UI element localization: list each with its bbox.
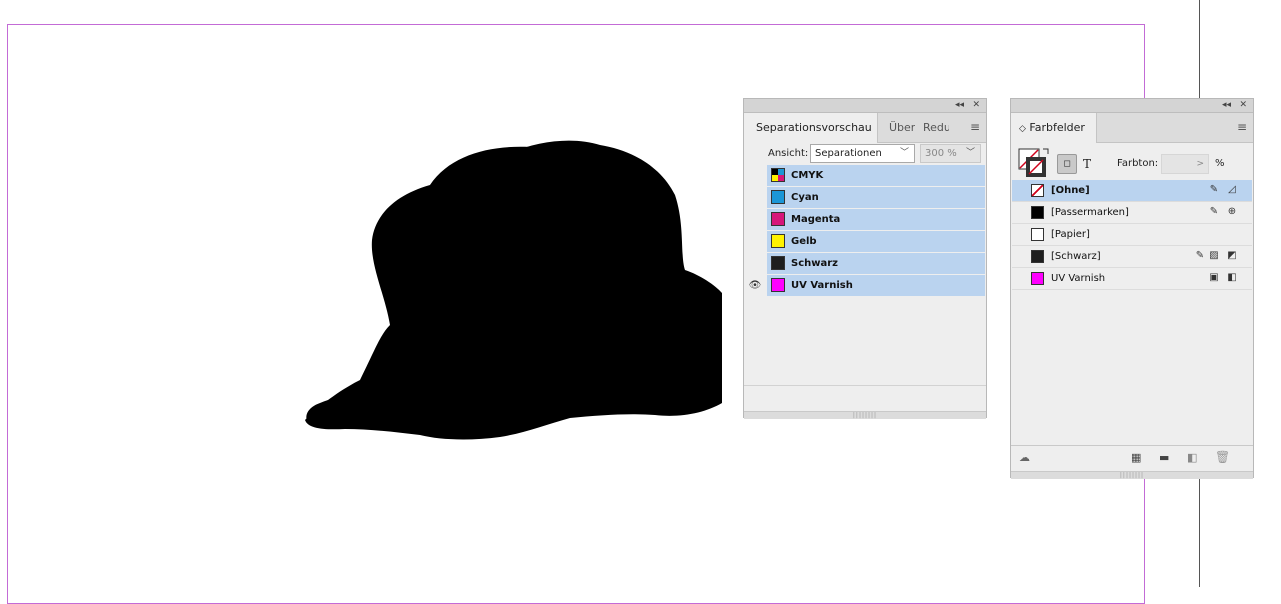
fill-stroke-icon[interactable] <box>1017 147 1051 179</box>
ink-label: Schwarz <box>791 258 838 269</box>
swatch-chip <box>1031 272 1044 285</box>
separation-row[interactable]: Gelb <box>744 231 986 252</box>
ink-swatch <box>771 190 785 204</box>
swatch-row[interactable]: [Passermarken] ⊕ ✎ <box>1012 202 1252 224</box>
tab-separations-preview[interactable]: Separationsvorschau <box>744 113 878 143</box>
panel-topbar: ◂◂ ✕ <box>744 99 986 113</box>
chevron-right-icon: > <box>1196 159 1204 169</box>
zoom-select[interactable]: 300 % ﹀ <box>920 144 981 163</box>
ink-label: UV Varnish <box>791 280 853 291</box>
panel-topbar: ◂◂ ✕ <box>1011 99 1253 113</box>
chevron-down-icon: ﹀ <box>899 148 909 158</box>
swatch-chip <box>1031 228 1044 241</box>
new-swatch-icon[interactable]: ◧ <box>1187 451 1197 464</box>
swatch-chip <box>1031 184 1044 197</box>
swatches-title: Farbfelder <box>1029 121 1085 134</box>
chevron-down-icon: ﹀ <box>965 148 975 158</box>
process-color-icon: ▨ <box>1209 250 1219 261</box>
resize-grip[interactable]: |||||||| <box>1011 471 1253 479</box>
eye-visibility-icon[interactable] <box>744 165 766 186</box>
container-format-button[interactable]: ◻ <box>1057 154 1077 174</box>
tab-swatches[interactable]: ◇ Farbfelder <box>1011 113 1097 143</box>
swatch-label: [Papier] <box>1051 229 1090 240</box>
trash-icon[interactable]: 🗑 <box>1215 450 1230 464</box>
resize-grip[interactable]: |||||||| <box>744 411 986 419</box>
separations-preview-panel: ◂◂ ✕ Separationsvorschau Über Reduz ≡ An… <box>743 98 987 419</box>
separations-list: CMYK Cyan Magenta Gelb Schwarz 👁 UV Varnish <box>744 165 986 386</box>
view-select-value: Separationen <box>815 148 882 159</box>
tint-label: Farbton: <box>1117 158 1159 169</box>
ink-swatch <box>771 256 785 270</box>
ink-label: Gelb <box>791 236 817 247</box>
swatch-label: [Schwarz] <box>1051 251 1101 262</box>
tint-unit: % <box>1215 158 1225 169</box>
tab-bar: ◇ Farbfelder ≡ <box>1011 113 1253 143</box>
swatch-row[interactable]: UV Varnish ◧ ▣ <box>1012 268 1252 290</box>
view-controls: Ansicht: Separationen ﹀ 300 % ﹀ <box>744 143 986 165</box>
lab-mode-icon: ◧ <box>1227 272 1237 283</box>
none-type-icon: ◿ <box>1228 184 1236 195</box>
eye-visibility-icon[interactable] <box>744 253 766 274</box>
ink-swatch <box>771 212 785 226</box>
tab-overprint[interactable]: Über <box>881 113 915 142</box>
not-editable-icon: ✎ <box>1209 184 1219 195</box>
separation-row[interactable]: CMYK <box>744 165 986 186</box>
swatch-view-icon[interactable]: ▦ <box>1131 451 1141 464</box>
close-icon[interactable]: ✕ <box>972 99 980 112</box>
expand-arrows-icon: ◇ <box>1019 124 1026 134</box>
eye-visibility-icon[interactable]: 👁 <box>744 275 766 296</box>
swatches-list: [Ohne] ◿ ✎ [Passermarken] ⊕ ✎ [Papier] [Schwarz… <box>1011 180 1253 442</box>
tint-input[interactable]: > <box>1161 154 1209 174</box>
collapse-icon[interactable]: ◂◂ <box>955 99 964 112</box>
collapse-icon[interactable]: ◂◂ <box>1222 99 1231 112</box>
swatch-controls: ◻ T Farbton: > % <box>1011 143 1253 181</box>
text-format-icon[interactable]: T <box>1083 154 1091 174</box>
registration-icon: ⊕ <box>1227 206 1237 217</box>
eye-visibility-icon[interactable] <box>744 209 766 230</box>
swatch-label: UV Varnish <box>1051 273 1106 284</box>
ink-label: Magenta <box>791 214 841 225</box>
separation-row[interactable]: Magenta <box>744 209 986 230</box>
separation-row[interactable]: Schwarz <box>744 253 986 274</box>
ink-label: Cyan <box>791 192 819 203</box>
not-editable-icon: ✎ <box>1195 250 1205 261</box>
zoom-select-value: 300 % <box>925 148 957 159</box>
eye-visibility-icon[interactable] <box>744 231 766 252</box>
ink-swatch <box>771 234 785 248</box>
close-icon[interactable]: ✕ <box>1239 99 1247 112</box>
swatches-footer: ☁ ▦ ▬ ◧ 🗑 <box>1011 445 1253 472</box>
not-editable-icon: ✎ <box>1209 206 1219 217</box>
separation-row[interactable]: Cyan <box>744 187 986 208</box>
swatch-label: [Passermarken] <box>1051 207 1129 218</box>
tab-flattener[interactable]: Reduz <box>915 113 949 142</box>
view-select[interactable]: Separationen ﹀ <box>810 144 915 163</box>
swatch-label: [Ohne] <box>1051 185 1090 196</box>
spot-color-icon: ▣ <box>1209 272 1219 283</box>
separation-row[interactable]: 👁 UV Varnish <box>744 275 986 296</box>
cc-libraries-icon[interactable]: ☁ <box>1019 451 1030 464</box>
panel-menu-icon[interactable]: ≡ <box>970 113 980 142</box>
eye-visibility-icon[interactable] <box>744 187 766 208</box>
ink-label: CMYK <box>791 170 824 181</box>
new-color-group-icon[interactable]: ▬ <box>1159 451 1169 464</box>
swatch-row[interactable]: [Ohne] ◿ ✎ <box>1012 180 1252 202</box>
view-label: Ansicht: <box>768 148 809 159</box>
swatch-chip <box>1031 206 1044 219</box>
swatch-chip <box>1031 250 1044 263</box>
ink-swatch <box>771 278 785 292</box>
panel-menu-icon[interactable]: ≡ <box>1237 113 1247 142</box>
cmyk-mode-icon: ◩ <box>1227 250 1237 261</box>
black-artwork-shape[interactable] <box>300 135 725 445</box>
tab-bar: Separationsvorschau Über Reduz ≡ <box>744 113 986 143</box>
swatches-panel: ◂◂ ✕ ◇ Farbfelder ≡ ◻ T Farbton: > % [Oh… <box>1010 98 1254 479</box>
swatch-row[interactable]: [Schwarz] ◩ ▨ ✎ <box>1012 246 1252 268</box>
ink-swatch <box>771 168 785 182</box>
swatch-row[interactable]: [Papier] <box>1012 224 1252 246</box>
